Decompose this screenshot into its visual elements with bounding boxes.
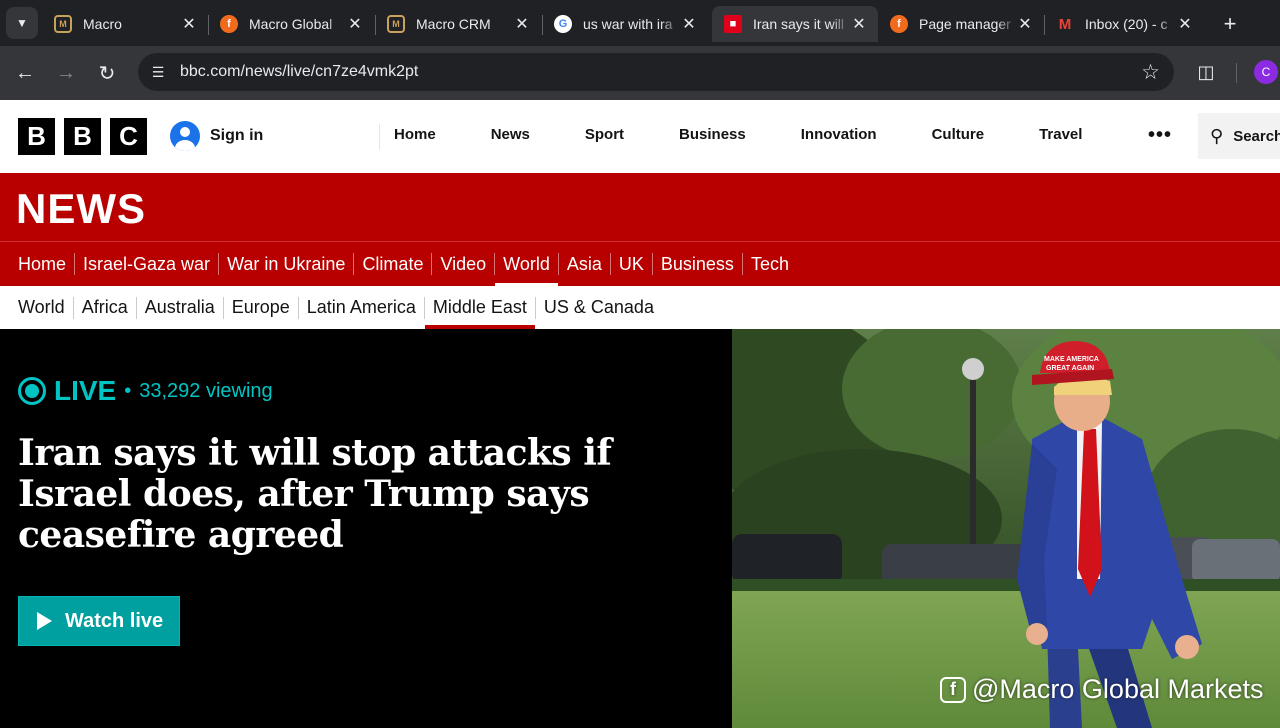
- masthead-nav-sport[interactable]: Sport: [585, 126, 624, 143]
- bookmark-star-icon[interactable]: ☆: [1141, 60, 1160, 85]
- tab-title: Macro CRM: [416, 16, 491, 32]
- live-headline: Iran says it will stop attacks if Israel…: [18, 432, 612, 556]
- search-icon: ⚲: [1210, 125, 1224, 146]
- live-broadcast-icon: [18, 377, 46, 405]
- close-tab-icon[interactable]: ✕: [513, 14, 531, 34]
- facebook-watermark: f @Macro Global Markets: [940, 674, 1264, 705]
- subnav-world[interactable]: World: [18, 286, 65, 329]
- search-button[interactable]: ⚲ Search: [1198, 113, 1280, 159]
- subnav-us-canada[interactable]: US & Canada: [544, 286, 654, 329]
- masthead-nav-travel[interactable]: Travel: [1039, 126, 1082, 143]
- cap-text: GREAT AGAIN: [1046, 365, 1094, 372]
- close-tab-icon[interactable]: ✕: [1016, 14, 1034, 34]
- news-nav-climate[interactable]: Climate: [362, 242, 423, 287]
- bbc-masthead: B B C Sign in Home News Sport Business I…: [0, 100, 1280, 173]
- tab-title: Macro: [83, 16, 122, 32]
- user-account-icon: [170, 121, 200, 151]
- news-nav-video[interactable]: Video: [440, 242, 486, 287]
- google-icon: G: [554, 15, 572, 33]
- live-indicator: LIVE • 33,292 viewing: [18, 375, 273, 407]
- bbc-logo[interactable]: B B C: [18, 118, 147, 155]
- browser-toolbar: ← → ↻ ☰ bbc.com/news/live/cn7ze4vmk2pt ☆…: [0, 46, 1280, 100]
- tab-gmail[interactable]: M Inbox (20) - c ✕: [1044, 6, 1204, 42]
- sign-in-button[interactable]: Sign in: [170, 121, 263, 151]
- watch-live-button[interactable]: Watch live: [18, 596, 180, 646]
- news-nav-uk[interactable]: UK: [619, 242, 644, 287]
- close-tab-icon[interactable]: ✕: [850, 14, 868, 34]
- facebook-icon: f: [220, 15, 238, 33]
- live-label: LIVE: [54, 375, 117, 406]
- tab-search-icon[interactable]: ▼: [6, 7, 38, 39]
- tab-title: us war with ira: [583, 16, 673, 32]
- url-text[interactable]: bbc.com/news/live/cn7ze4vmk2pt: [180, 63, 418, 81]
- macro-logo-icon: M: [387, 15, 405, 33]
- subnav-australia[interactable]: Australia: [145, 286, 215, 329]
- news-banner: NEWS: [0, 173, 1280, 241]
- masthead-nav-news[interactable]: News: [491, 126, 530, 143]
- masthead-nav-culture[interactable]: Culture: [932, 126, 985, 143]
- live-hero: LIVE • 33,292 viewing Iran says it will …: [0, 329, 1280, 728]
- site-settings-icon[interactable]: ☰: [148, 62, 168, 82]
- cap-text: MAKE AMERICA: [1044, 356, 1099, 363]
- forward-arrow-icon[interactable]: →: [51, 58, 81, 88]
- profile-avatar[interactable]: C: [1254, 60, 1278, 84]
- tab-title: Page manager: [919, 16, 1011, 32]
- back-arrow-icon[interactable]: ←: [10, 58, 40, 88]
- subnav-latin-america[interactable]: Latin America: [307, 286, 416, 329]
- tab-bbc-active[interactable]: ■ Iran says it will ✕: [712, 6, 878, 42]
- masthead-nav-business[interactable]: Business: [679, 126, 746, 143]
- hero-photo: MAKE AMERICA GREAT AGAIN: [732, 329, 1280, 728]
- news-nav-tech[interactable]: Tech: [751, 242, 789, 287]
- subnav-middle-east[interactable]: Middle East: [424, 286, 535, 329]
- more-menu-icon[interactable]: •••: [1148, 124, 1172, 147]
- news-brand-title[interactable]: NEWS: [16, 185, 146, 233]
- tab-page-manager[interactable]: f Page manager ✕: [878, 6, 1044, 42]
- subnav-africa[interactable]: Africa: [82, 286, 128, 329]
- masthead-nav-innovation[interactable]: Innovation: [801, 126, 877, 143]
- web-page: B B C Sign in Home News Sport Business I…: [0, 100, 1280, 728]
- tab-macro-crm[interactable]: M Macro CRM ✕: [375, 6, 541, 42]
- facebook-icon: f: [890, 15, 908, 33]
- play-icon: [37, 612, 52, 630]
- masthead-nav: Home News Sport Business Innovation Cult…: [394, 126, 1082, 143]
- world-subsection-nav: World Africa Australia Europe Latin Amer…: [0, 286, 1280, 329]
- watermark-text: @Macro Global Markets: [972, 674, 1264, 704]
- news-nav-home[interactable]: Home: [18, 242, 66, 287]
- viewer-count: 33,292 viewing: [139, 379, 273, 402]
- tab-macro[interactable]: M Macro ✕: [42, 6, 208, 42]
- tab-title: Iran says it will: [753, 16, 845, 32]
- gmail-icon: M: [1058, 15, 1072, 33]
- reload-icon[interactable]: ↻: [92, 58, 122, 88]
- facebook-icon: f: [940, 676, 966, 703]
- news-nav-ukraine[interactable]: War in Ukraine: [227, 242, 345, 287]
- news-nav-asia[interactable]: Asia: [567, 242, 602, 287]
- news-nav-israel-gaza[interactable]: Israel-Gaza war: [83, 242, 210, 287]
- news-section-nav: Home Israel-Gaza war War in Ukraine Clim…: [0, 241, 1280, 287]
- subnav-europe[interactable]: Europe: [232, 286, 290, 329]
- tab-macro-global[interactable]: f Macro Global ✕: [208, 6, 374, 42]
- tab-title: Macro Global: [249, 16, 333, 32]
- close-tab-icon[interactable]: ✕: [180, 14, 198, 34]
- news-nav-world[interactable]: World: [495, 242, 558, 287]
- news-nav-business[interactable]: Business: [661, 242, 734, 287]
- tab-title: Inbox (20) - c: [1085, 16, 1168, 32]
- extensions-puzzle-icon[interactable]: ◫: [1192, 58, 1220, 86]
- address-bar[interactable]: ☰ bbc.com/news/live/cn7ze4vmk2pt ☆: [138, 53, 1174, 91]
- tab-google-search[interactable]: G us war with ira ✕: [542, 6, 708, 42]
- close-tab-icon[interactable]: ✕: [346, 14, 364, 34]
- close-tab-icon[interactable]: ✕: [680, 14, 698, 34]
- new-tab-plus-icon[interactable]: +: [1216, 10, 1244, 38]
- bbc-icon: ■: [724, 15, 742, 33]
- masthead-nav-home[interactable]: Home: [394, 126, 436, 143]
- macro-logo-icon: M: [54, 15, 72, 33]
- close-tab-icon[interactable]: ✕: [1176, 14, 1194, 34]
- browser-tab-strip: ▼ M Macro ✕ f Macro Global ✕ M Macro CRM…: [0, 0, 1280, 46]
- hero-photo-illustration: MAKE AMERICA GREAT AGAIN: [732, 329, 1280, 728]
